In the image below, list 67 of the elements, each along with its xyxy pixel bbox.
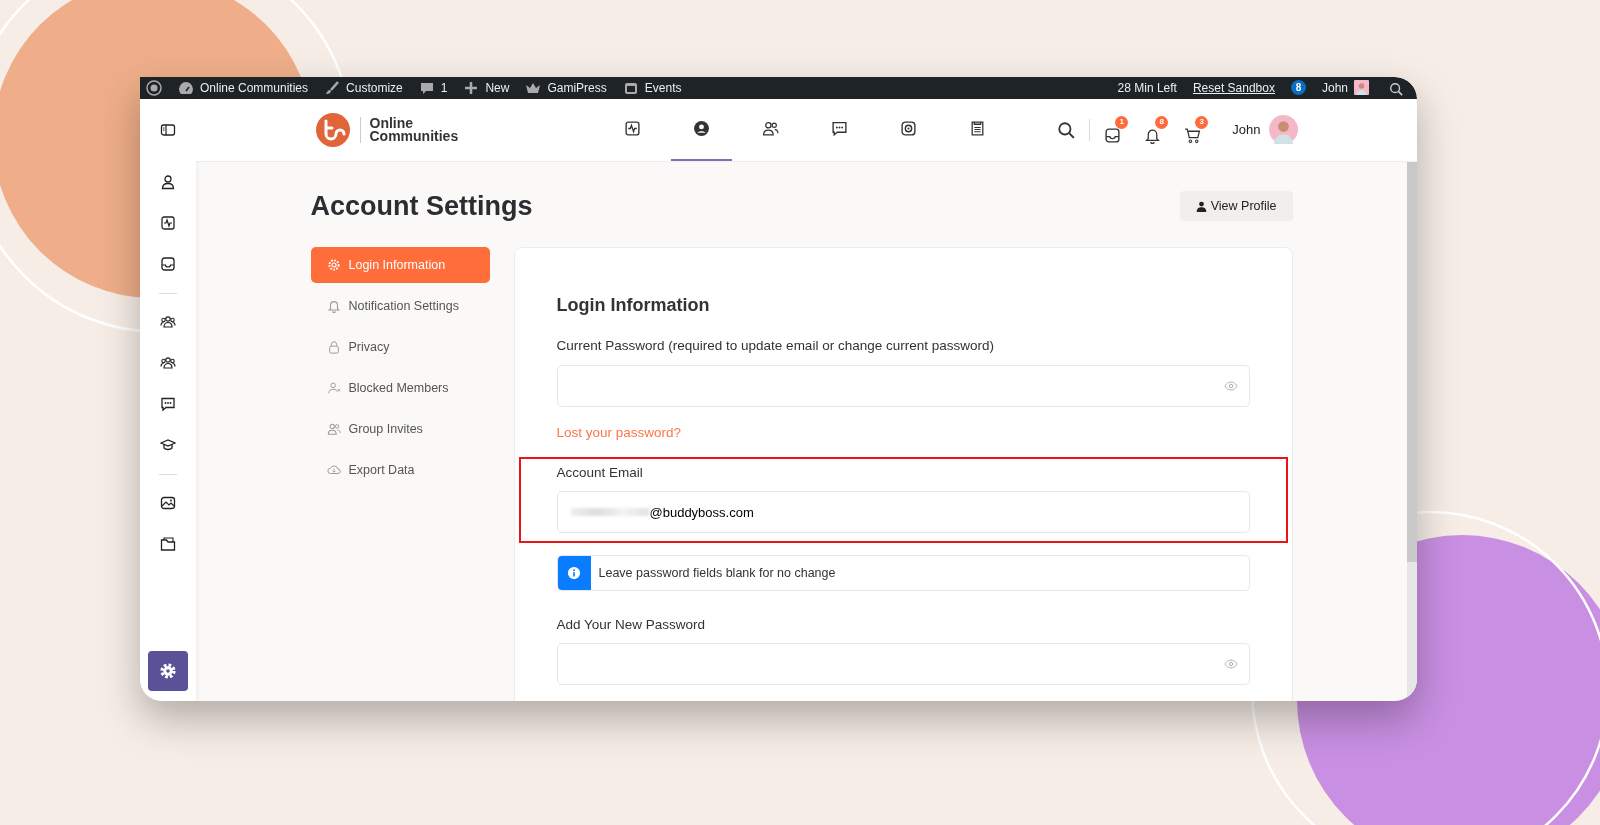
cart-icon xyxy=(1184,126,1202,144)
gear-icon xyxy=(326,258,341,273)
menu-item[interactable]: Privacy xyxy=(310,329,490,366)
count-badge: 3 xyxy=(1195,115,1209,129)
menu-item[interactable]: Export Data xyxy=(310,452,490,489)
people-icon xyxy=(762,120,780,138)
reset-link[interactable]: Reset Sandbox xyxy=(1192,78,1275,97)
menu-item[interactable]: Group Invites xyxy=(310,411,490,448)
field-label: Current Password (required to update email or change current password) xyxy=(556,337,995,356)
sidebar-toggle-icon[interactable] xyxy=(160,122,176,139)
count-badge: 1 xyxy=(1115,115,1129,129)
user-name[interactable]: John xyxy=(1232,120,1261,140)
site-name: Online xyxy=(369,116,414,130)
inbox-icon xyxy=(1104,126,1122,144)
menu-label[interactable]: Online Communities xyxy=(200,78,309,97)
count-badge: 8 xyxy=(1290,80,1306,96)
photo-icon[interactable] xyxy=(160,495,176,512)
gear-icon xyxy=(159,662,177,680)
logo-icon xyxy=(315,112,350,147)
settings-button[interactable] xyxy=(148,651,188,691)
eye-icon xyxy=(1223,378,1238,393)
people-icon xyxy=(326,422,341,437)
page-title: Account Settings xyxy=(310,189,533,223)
avatar xyxy=(1354,80,1369,96)
activity-icon[interactable] xyxy=(160,215,176,232)
view-profile-button[interactable]: View Profile xyxy=(1179,190,1293,222)
password-field[interactable] xyxy=(556,364,1250,407)
email-field[interactable]: @buddyboss.com xyxy=(556,491,1250,533)
avatar xyxy=(1268,115,1298,145)
bell-icon xyxy=(326,299,341,314)
chat-icon xyxy=(831,120,849,138)
lock-icon xyxy=(326,340,341,355)
count-badge: 8 xyxy=(1155,115,1169,129)
site-name: Communities xyxy=(369,129,459,143)
person-x-icon xyxy=(326,381,341,396)
activity-icon xyxy=(624,120,642,138)
plus-icon xyxy=(463,79,480,96)
media-icon xyxy=(900,120,918,138)
info-icon xyxy=(567,566,581,580)
person-icon[interactable] xyxy=(160,174,176,191)
menu-label[interactable]: New xyxy=(485,78,510,97)
scrollbar-thumb[interactable] xyxy=(1407,161,1417,562)
logo-icon xyxy=(146,79,162,96)
search-icon xyxy=(1057,120,1076,139)
brush-icon xyxy=(324,79,341,96)
field-label: Account Email xyxy=(556,463,644,482)
timer-text: 28 Min Left xyxy=(1117,79,1177,97)
group-icon[interactable] xyxy=(160,314,176,331)
notice-text: Leave password fields blank for no change xyxy=(597,564,837,582)
search-icon xyxy=(1389,81,1403,96)
profile-icon xyxy=(693,120,711,138)
person-icon xyxy=(1195,200,1207,212)
section-heading: Login Information xyxy=(556,294,711,318)
folder-icon[interactable] xyxy=(160,536,176,553)
group-icon[interactable] xyxy=(160,355,176,372)
menu-item[interactable]: Notification Settings xyxy=(310,288,490,325)
eye-icon xyxy=(1223,657,1238,672)
menu-item[interactable]: Blocked Members xyxy=(310,370,490,407)
menu-label[interactable]: GamiPress xyxy=(547,78,607,97)
password-field[interactable] xyxy=(556,643,1250,686)
menu-label[interactable]: 1 xyxy=(440,78,448,97)
chat-icon[interactable] xyxy=(160,396,176,413)
user-name[interactable]: John xyxy=(1321,78,1348,97)
inbox-icon[interactable] xyxy=(160,256,176,273)
menu-label[interactable]: Customize xyxy=(346,78,403,97)
menu-label[interactable]: Events xyxy=(644,78,682,97)
field-label: Add Your New Password xyxy=(556,616,707,634)
